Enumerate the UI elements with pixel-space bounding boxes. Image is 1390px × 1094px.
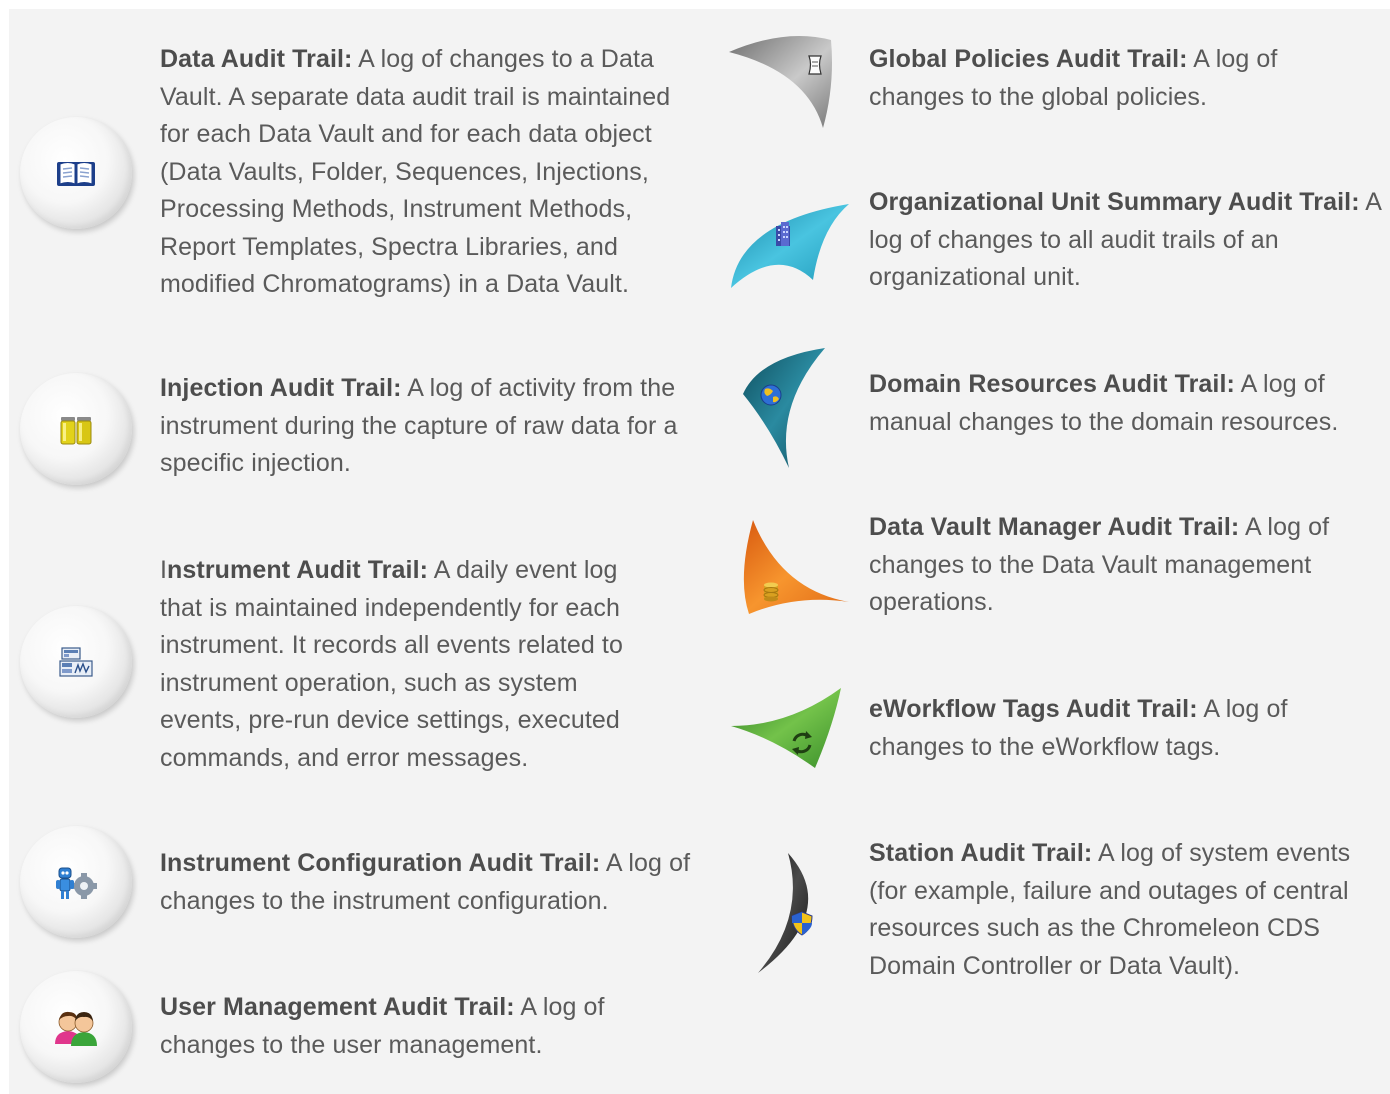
vials-icon xyxy=(20,373,132,485)
globe-icon xyxy=(760,384,782,406)
organizational-unit-summary-audit-trail-title: Organizational Unit Summary Audit Trail: xyxy=(869,188,1360,216)
global-policies-audit-trail-title: Global Policies Audit Trail: xyxy=(869,45,1188,73)
users-icon xyxy=(20,971,132,1083)
organizational-unit-summary-audit-trail-text: Organizational Unit Summary Audit Trail:… xyxy=(869,184,1389,297)
user-management-audit-trail-text: User Management Audit Trail: A log of ch… xyxy=(160,989,680,1064)
instrument-configuration-audit-trail-title: Instrument Configuration Audit Trail: xyxy=(160,849,601,877)
eworkflow-tags-audit-trail-title: eWorkflow Tags Audit Trail: xyxy=(869,695,1198,723)
scroll-icon xyxy=(808,55,822,75)
robot-gear-icon xyxy=(20,826,132,938)
instrument-audit-trail-prefix: I xyxy=(160,556,168,584)
data-audit-trail-text: Data Audit Trail: A log of changes to a … xyxy=(160,41,705,304)
domain-resources-swoosh xyxy=(743,348,825,468)
instrument-icon xyxy=(20,606,132,718)
station-audit-trail-text: Station Audit Trail: A log of system eve… xyxy=(869,835,1384,985)
injection-audit-trail-title: Injection Audit Trail: xyxy=(160,374,402,402)
global-policies-swoosh xyxy=(729,36,832,128)
book-icon xyxy=(20,117,132,229)
instrument-audit-trail-body: A daily event log that is maintained ind… xyxy=(160,556,623,772)
data-audit-trail-title: Data Audit Trail: xyxy=(160,45,353,73)
data-vault-manager-audit-trail-title: Data Vault Manager Audit Trail: xyxy=(869,513,1240,541)
domain-resources-audit-trail-title: Domain Resources Audit Trail: xyxy=(869,370,1235,398)
global-policies-audit-trail-text: Global Policies Audit Trail: A log of ch… xyxy=(869,41,1374,116)
station-swoosh xyxy=(758,853,813,973)
instrument-configuration-audit-trail-text: Instrument Configuration Audit Trail: A … xyxy=(160,845,700,920)
database-icon xyxy=(763,582,779,602)
data-audit-trail-body: A log of changes to a Data Vault. A sepa… xyxy=(160,45,671,298)
user-management-audit-trail-title: User Management Audit Trail: xyxy=(160,993,515,1021)
data-vault-manager-audit-trail-text: Data Vault Manager Audit Trail: A log of… xyxy=(869,509,1379,622)
injection-audit-trail-text: Injection Audit Trail: A log of activity… xyxy=(160,370,680,483)
building-icon xyxy=(776,222,790,246)
instrument-audit-trail-text: Instrument Audit Trail: A daily event lo… xyxy=(160,552,665,777)
eworkflow-tags-audit-trail-text: eWorkflow Tags Audit Trail: A log of cha… xyxy=(869,691,1369,766)
instrument-audit-trail-title: nstrument Audit Trail: xyxy=(167,556,429,584)
data-vault-manager-swoosh xyxy=(743,520,849,614)
eworkflow-tags-swoosh xyxy=(731,688,841,768)
domain-resources-audit-trail-text: Domain Resources Audit Trail: A log of m… xyxy=(869,366,1379,441)
station-audit-trail-title: Station Audit Trail: xyxy=(869,839,1093,867)
organizational-unit-swoosh xyxy=(731,204,849,288)
audit-trail-overview: Data Audit Trail: A log of changes to a … xyxy=(9,9,1390,1094)
